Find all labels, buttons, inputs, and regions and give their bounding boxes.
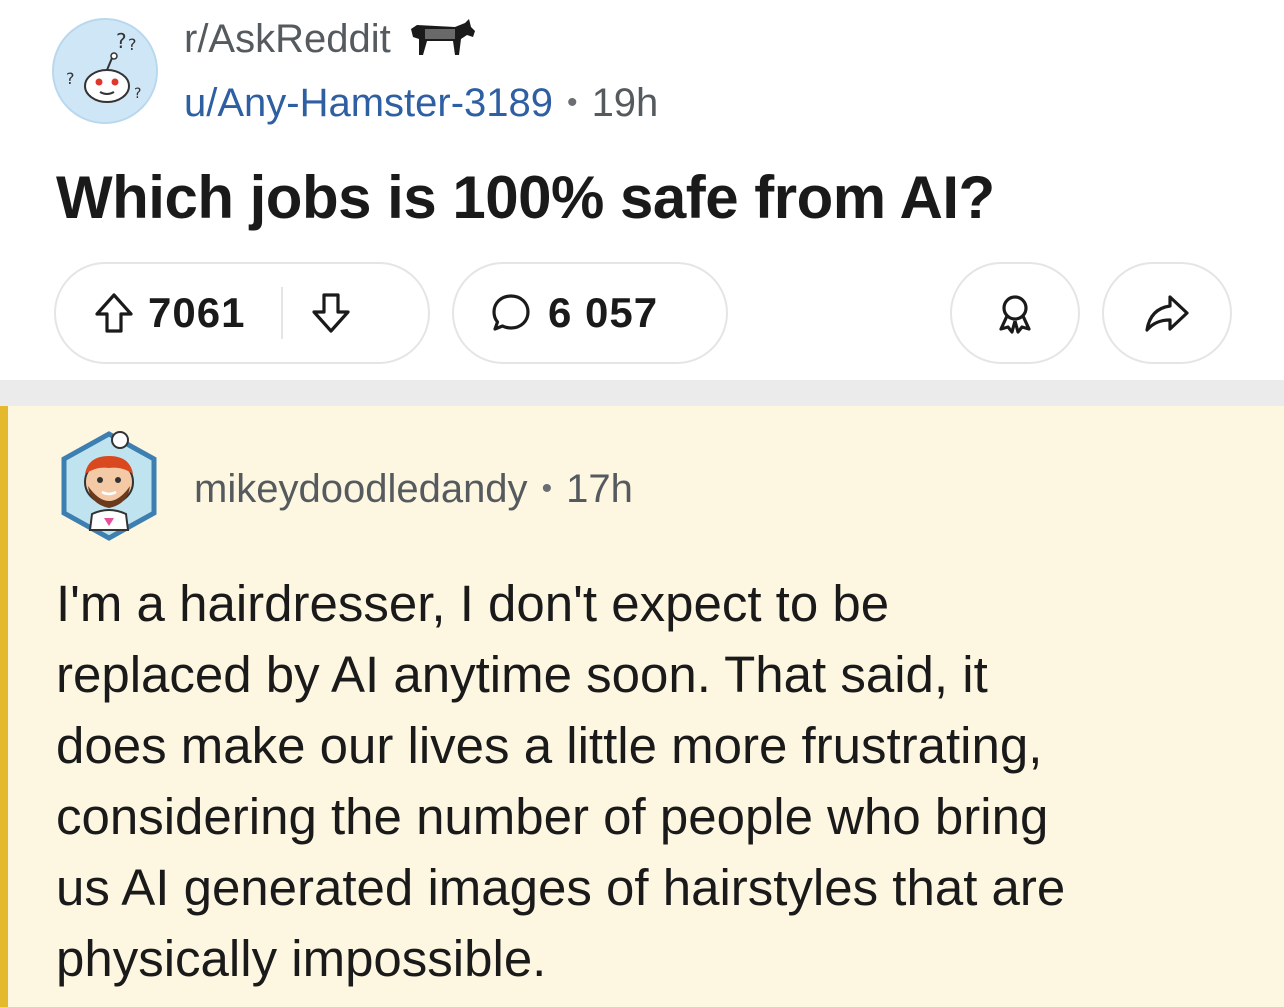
comment-highlight-bar xyxy=(0,406,8,1007)
award-icon xyxy=(993,291,1037,335)
section-separator xyxy=(0,380,1284,406)
comment-body: I'm a hairdresser, I don't expect to be … xyxy=(56,568,1256,994)
award-button[interactable] xyxy=(950,262,1080,364)
donkey-icon xyxy=(410,19,475,55)
svg-text:?: ? xyxy=(116,29,127,53)
svg-text:?: ? xyxy=(134,86,141,102)
meta-separator: • xyxy=(541,472,553,505)
comment-age: 17h xyxy=(566,467,633,511)
subreddit-avatar[interactable]: ? ? ? ? xyxy=(52,18,158,124)
comment-line: replaced by AI anytime soon. That said, … xyxy=(56,646,988,703)
comment-line: I'm a hairdresser, I don't expect to be xyxy=(56,575,890,632)
comment-count: 6 057 xyxy=(548,289,659,336)
post-title[interactable]: Which jobs is 100% safe from AI? xyxy=(56,160,995,236)
share-arrow-icon xyxy=(1144,293,1190,333)
post-meta: u/Any-Hamster-3189 • 19h xyxy=(184,78,658,128)
subreddit-name-row: r/AskReddit xyxy=(184,14,477,64)
comment-meta: mikeydoodledandy • 17h xyxy=(194,464,633,514)
post-author[interactable]: u/Any-Hamster-3189 xyxy=(184,78,553,128)
post-age: 19h xyxy=(591,81,659,125)
svg-text:?: ? xyxy=(128,35,137,54)
downvote-icon[interactable] xyxy=(311,292,351,334)
comment-line: does make our lives a little more frustr… xyxy=(56,717,1043,774)
reddit-snoo-question-icon: ? ? ? ? xyxy=(54,20,156,122)
subreddit-name[interactable]: r/AskReddit xyxy=(184,14,391,64)
comment-card: mikeydoodledandy • 17h I'm a hairdresser… xyxy=(0,406,1284,1007)
comments-button[interactable]: 6 057 xyxy=(452,262,728,364)
comment-line: considering the number of people who bri… xyxy=(56,788,1049,845)
svg-text:?: ? xyxy=(66,69,75,88)
upvote-icon[interactable] xyxy=(94,292,134,334)
vote-divider xyxy=(281,287,284,339)
comment-bubble-icon xyxy=(490,292,532,334)
meta-separator: • xyxy=(567,86,578,119)
vote-bar: 7061 xyxy=(54,262,430,364)
commenter-avatar[interactable] xyxy=(58,430,160,542)
comment-line: physically impossible. xyxy=(56,930,547,987)
comment-line: us AI generated images of hairstyles tha… xyxy=(56,859,1066,916)
comment-author[interactable]: mikeydoodledandy xyxy=(194,464,528,514)
upvote-count: 7061 xyxy=(148,289,246,336)
post-card: ? ? ? ? r/AskReddit u/Any-Hamster-3189 •… xyxy=(0,0,1284,380)
bearded-snoo-avatar xyxy=(61,431,157,541)
reddit-thread-screenshot: ? ? ? ? r/AskReddit u/Any-Hamster-3189 •… xyxy=(0,0,1284,1007)
share-button[interactable] xyxy=(1102,262,1232,364)
